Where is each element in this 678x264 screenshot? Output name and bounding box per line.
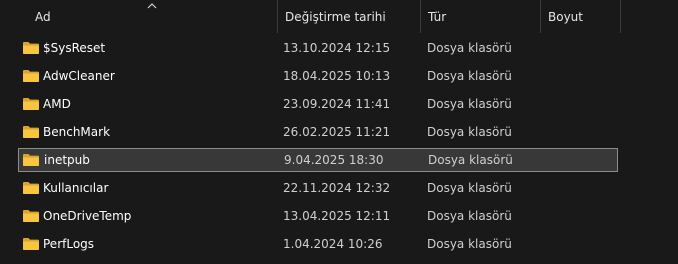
file-type: Dosya klasörü <box>427 125 512 139</box>
table-row[interactable]: OneDriveTemp 13.04.2025 12:11 Dosya klasör… <box>18 204 618 228</box>
file-name: AdwCleaner <box>43 69 115 83</box>
file-name: AMD <box>43 97 71 111</box>
column-header-type[interactable]: Tür <box>421 0 541 33</box>
folder-icon <box>23 238 39 250</box>
file-name: Kullanıcılar <box>43 181 109 195</box>
file-type: Dosya klasörü <box>427 97 512 111</box>
file-name: OneDriveTemp <box>43 209 132 223</box>
table-row[interactable]: AdwCleaner 18.04.2025 10:13 Dosya klasörü <box>18 64 618 88</box>
file-type: Dosya klasörü <box>427 69 512 83</box>
file-type: Dosya klasörü <box>428 153 513 167</box>
file-name: BenchMark <box>43 125 111 139</box>
file-date-modified: 22.11.2024 12:32 <box>283 181 391 195</box>
file-name: $SysReset <box>43 41 106 55</box>
file-name: inetpub <box>44 153 90 167</box>
table-row[interactable]: PerfLogs 1.04.2024 10:26 Dosya klasörü <box>18 232 618 256</box>
file-type: Dosya klasörü <box>427 41 512 55</box>
folder-icon <box>23 210 39 222</box>
file-date-modified: 18.04.2025 10:13 <box>283 69 391 83</box>
table-row[interactable]: Kullanıcılar 22.11.2024 12:32 Dosya klasör… <box>18 176 618 200</box>
column-header-size[interactable]: Boyut <box>541 0 621 33</box>
file-type: Dosya klasörü <box>427 181 512 195</box>
column-header-name[interactable]: Ad <box>0 0 278 33</box>
file-date-modified: 26.02.2025 11:21 <box>283 125 391 139</box>
file-list-view: Ad Değiştirme tarihi Tür Boyut $SysReset… <box>0 0 678 264</box>
file-date-modified: 23.09.2024 11:41 <box>283 97 391 111</box>
folder-icon <box>23 98 39 110</box>
folder-icon <box>23 42 39 54</box>
table-row[interactable]: inetpub 9.04.2025 18:30 Dosya klasörü <box>18 148 618 172</box>
folder-icon <box>23 126 39 138</box>
folder-icon <box>23 154 39 166</box>
file-date-modified: 13.04.2025 12:11 <box>283 209 391 223</box>
table-row[interactable]: BenchMark 26.02.2025 11:21 Dosya klasörü <box>18 120 618 144</box>
folder-icon <box>23 70 39 82</box>
file-name: PerfLogs <box>43 237 95 251</box>
folder-icon <box>23 182 39 194</box>
table-row[interactable]: AMD 23.09.2024 11:41 Dosya klasörü <box>18 92 618 116</box>
file-type: Dosya klasörü <box>427 237 512 251</box>
column-header-bar: Ad Değiştirme tarihi Tür Boyut <box>0 0 678 33</box>
file-date-modified: 9.04.2025 18:30 <box>284 153 384 167</box>
file-date-modified: 1.04.2024 10:26 <box>283 237 383 251</box>
table-row[interactable]: $SysReset 13.10.2024 12:15 Dosya klasörü <box>18 36 618 60</box>
column-header-date-modified[interactable]: Değiştirme tarihi <box>278 0 421 33</box>
file-type: Dosya klasörü <box>427 209 512 223</box>
file-date-modified: 13.10.2024 12:15 <box>283 41 391 55</box>
